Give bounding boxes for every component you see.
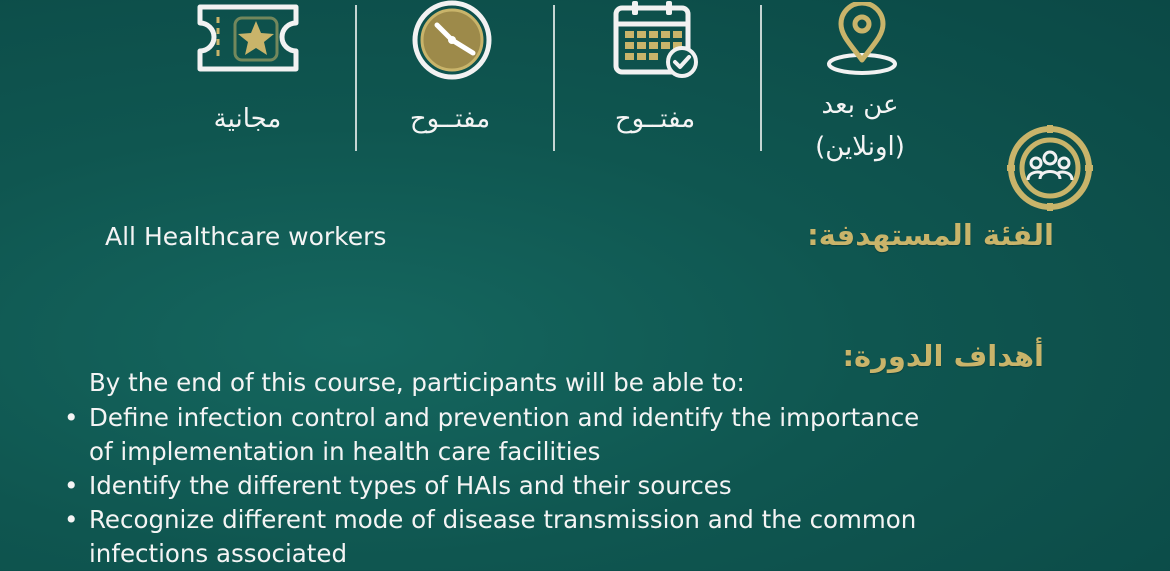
objective-line: Identify the different types of HAIs and… (89, 471, 732, 500)
location-value: عن بعد (821, 90, 899, 120)
list-item: Identify the different types of HAIs and… (62, 469, 1002, 503)
time-value: مفتــوح (409, 104, 491, 134)
divider (355, 5, 357, 151)
calendar-check-icon (613, 1, 698, 78)
people-group-icon (1007, 125, 1093, 211)
ticket-star-icon (197, 4, 299, 72)
audience-heading: الفئة المستهدفة: (807, 218, 1054, 252)
divider (760, 5, 762, 151)
location-value-online: (اونلاين) (815, 132, 905, 162)
clock-icon (412, 0, 492, 80)
objective-line: Define infection control and prevention … (89, 403, 920, 432)
date-value: مفتــوح (614, 104, 696, 134)
cost-value: مجانية (213, 104, 282, 134)
list-item: Define infection control and prevention … (62, 401, 1002, 469)
objective-line: infections associated (89, 539, 348, 568)
objectives-intro: By the end of this course, participants … (89, 368, 745, 397)
objectives-list: Define infection control and prevention … (62, 401, 1002, 571)
objectives-heading: أهداف الدورة: (842, 339, 1044, 373)
location-pin-icon (827, 2, 897, 75)
objective-line: Recognize different mode of disease tran… (89, 505, 917, 534)
divider (553, 5, 555, 151)
objective-line: of implementation in health care facilit… (89, 437, 601, 466)
list-item: Recognize different mode of disease tran… (62, 503, 1002, 571)
audience-value: All Healthcare workers (105, 222, 387, 251)
